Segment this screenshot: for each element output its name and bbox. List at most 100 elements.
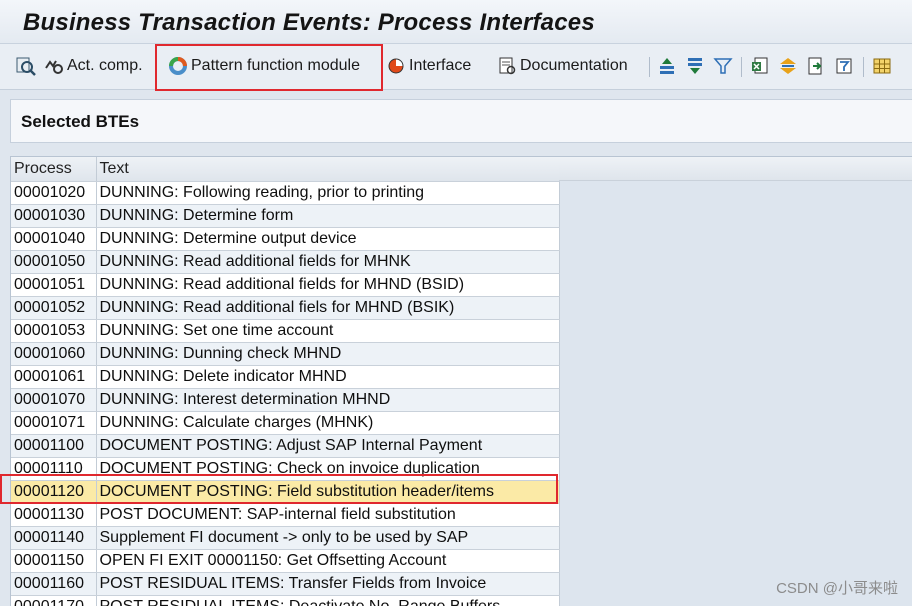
column-header-text[interactable]: Text [96,157,560,182]
table-row[interactable]: 00001120 DOCUMENT POSTING: Field substitu… [11,480,560,504]
column-header-process[interactable]: Process [11,157,97,182]
activate-icon [45,60,63,74]
table-row[interactable]: 00001071 DUNNING: Calculate charges (MHNK… [11,411,560,435]
cell-process[interactable]: 00001100 [11,434,97,458]
toolbar-separator [863,57,864,77]
cell-text[interactable]: DUNNING: Calculate charges (MHNK) [96,411,560,435]
check-button[interactable] [16,53,36,79]
cell-process[interactable]: 00001060 [11,342,97,366]
table-row[interactable]: 00001050 DUNNING: Read additional fields … [11,250,560,274]
cell-process[interactable]: 00001160 [11,572,97,596]
export-excel-button[interactable] [750,53,770,79]
cell-process[interactable]: 00001070 [11,388,97,412]
cell-process[interactable]: 00001120 [11,480,97,504]
cell-text[interactable]: POST RESIDUAL ITEMS: Transfer Fields fro… [96,572,560,596]
export-icon [808,57,822,75]
cell-process[interactable]: 00001110 [11,457,97,481]
cell-process[interactable]: 00001130 [11,503,97,527]
cell-text[interactable]: POST RESIDUAL ITEMS: Deactivate No. Rang… [96,595,560,606]
table-row[interactable]: 00001110 DOCUMENT POSTING: Check on invoi… [11,457,560,481]
bte-grid: Process Text 00001020 DUNNING: Following … [10,156,912,606]
table-row[interactable]: 00001130 POST DOCUMENT: SAP-internal fiel… [11,503,560,527]
interface-icon [388,58,404,74]
cell-process[interactable]: 00001061 [11,365,97,389]
table-body: 00001020 DUNNING: Following reading, prio… [11,181,560,606]
table-header-row: Process Text [11,157,560,182]
filter-button[interactable] [713,53,733,79]
table-row[interactable]: 00001051 DUNNING: Read additional fields … [11,273,560,297]
cell-process[interactable]: 00001071 [11,411,97,435]
check-icon [16,57,36,76]
cell-text[interactable]: DUNNING: Following reading, prior to pri… [96,181,560,205]
interface-label: Interface [409,57,472,74]
cell-text[interactable]: POST DOCUMENT: SAP-internal field substi… [96,503,560,527]
cell-text[interactable]: Supplement FI document -> only to be use… [96,526,560,550]
watermark: CSDN @小哥来啦 [776,580,898,597]
cell-text[interactable]: OPEN FI EXIT 00001150: Get Offsetting Ac… [96,549,560,573]
table-row[interactable]: 00001030 DUNNING: Determine form [11,204,560,228]
act-comp-button[interactable]: Act. comp. [44,53,143,79]
section-title: Selected BTEs [21,112,140,131]
cell-process[interactable]: 00001150 [11,549,97,573]
cell-text[interactable]: DUNNING: Read additional fields for MHNK [96,250,560,274]
cell-process[interactable]: 00001052 [11,296,97,320]
cell-text[interactable]: DOCUMENT POSTING: Adjust SAP Internal Pa… [96,434,560,458]
cell-process[interactable]: 00001040 [11,227,97,251]
expand-button[interactable] [778,53,798,79]
documentation-icon [499,57,516,75]
cell-text[interactable]: DUNNING: Read additional fields for MHND… [96,273,560,297]
table-row[interactable]: 00001053 DUNNING: Set one time account [11,319,560,343]
cell-text[interactable]: DUNNING: Dunning check MHND [96,342,560,366]
title-bar: Business Transaction Events: Process Int… [0,0,912,44]
sort-ascending-icon [660,58,674,74]
interface-button[interactable]: Interface [386,53,471,79]
section-header: Selected BTEs [10,99,912,143]
cell-process[interactable]: 00001050 [11,250,97,274]
cell-text[interactable]: DUNNING: Delete indicator MHND [96,365,560,389]
table-row[interactable]: 00001140 Supplement FI document -> only t… [11,526,560,550]
expand-icon [780,58,796,74]
table-row[interactable]: 00001150 OPEN FI EXIT 00001150: Get Offse… [11,549,560,573]
sort-ascending-button[interactable] [657,53,677,79]
table-row[interactable]: 00001170 POST RESIDUAL ITEMS: Deactivate … [11,595,560,606]
cell-process[interactable]: 00001140 [11,526,97,550]
cell-process[interactable]: 00001051 [11,273,97,297]
layout-button[interactable] [872,53,892,79]
print-icon [836,58,852,74]
act-comp-label: Act. comp. [67,57,143,74]
table-row[interactable]: 00001160 POST RESIDUAL ITEMS: Transfer Fi… [11,572,560,596]
cell-process[interactable]: 00001170 [11,595,97,606]
table-row[interactable]: 00001070 DUNNING: Interest determination … [11,388,560,412]
print-button[interactable] [834,53,854,79]
table-row[interactable]: 00001020 DUNNING: Following reading, prio… [11,181,560,205]
export-button[interactable] [806,53,826,79]
cell-text[interactable]: DUNNING: Determine output device [96,227,560,251]
cell-process[interactable]: 00001030 [11,204,97,228]
toolbar-separator [649,57,650,77]
cell-text[interactable]: DUNNING: Set one time account [96,319,560,343]
documentation-label: Documentation [520,57,628,74]
cell-text[interactable]: DUNNING: Read additional fiels for MHND … [96,296,560,320]
table-row[interactable]: 00001040 DUNNING: Determine output device [11,227,560,251]
bte-table: Process Text 00001020 DUNNING: Following … [11,157,560,606]
table-row[interactable]: 00001061 DUNNING: Delete indicator MHND [11,365,560,389]
layout-grid-icon [873,58,891,74]
filter-icon [713,58,733,74]
documentation-button[interactable]: Documentation [497,53,628,79]
grid-header-filler [559,157,912,181]
table-row[interactable]: 00001052 DUNNING: Read additional fiels f… [11,296,560,320]
cell-process[interactable]: 00001020 [11,181,97,205]
cell-text[interactable]: DOCUMENT POSTING: Check on invoice dupli… [96,457,560,481]
export-excel-icon [752,57,768,74]
table-row[interactable]: 00001060 DUNNING: Dunning check MHND [11,342,560,366]
cell-process[interactable]: 00001053 [11,319,97,343]
sort-descending-icon [688,58,702,74]
cell-text[interactable]: DOCUMENT POSTING: Field substitution hea… [96,480,560,504]
pattern-function-module-button[interactable]: Pattern function module [168,53,360,79]
cell-text[interactable]: DUNNING: Interest determination MHND [96,388,560,412]
application-toolbar: Act. comp. Pattern function module Inter… [0,44,912,91]
sort-descending-button[interactable] [685,53,705,79]
cell-text[interactable]: DUNNING: Determine form [96,204,560,228]
pattern-icon [169,57,187,75]
table-row[interactable]: 00001100 DOCUMENT POSTING: Adjust SAP Int… [11,434,560,458]
